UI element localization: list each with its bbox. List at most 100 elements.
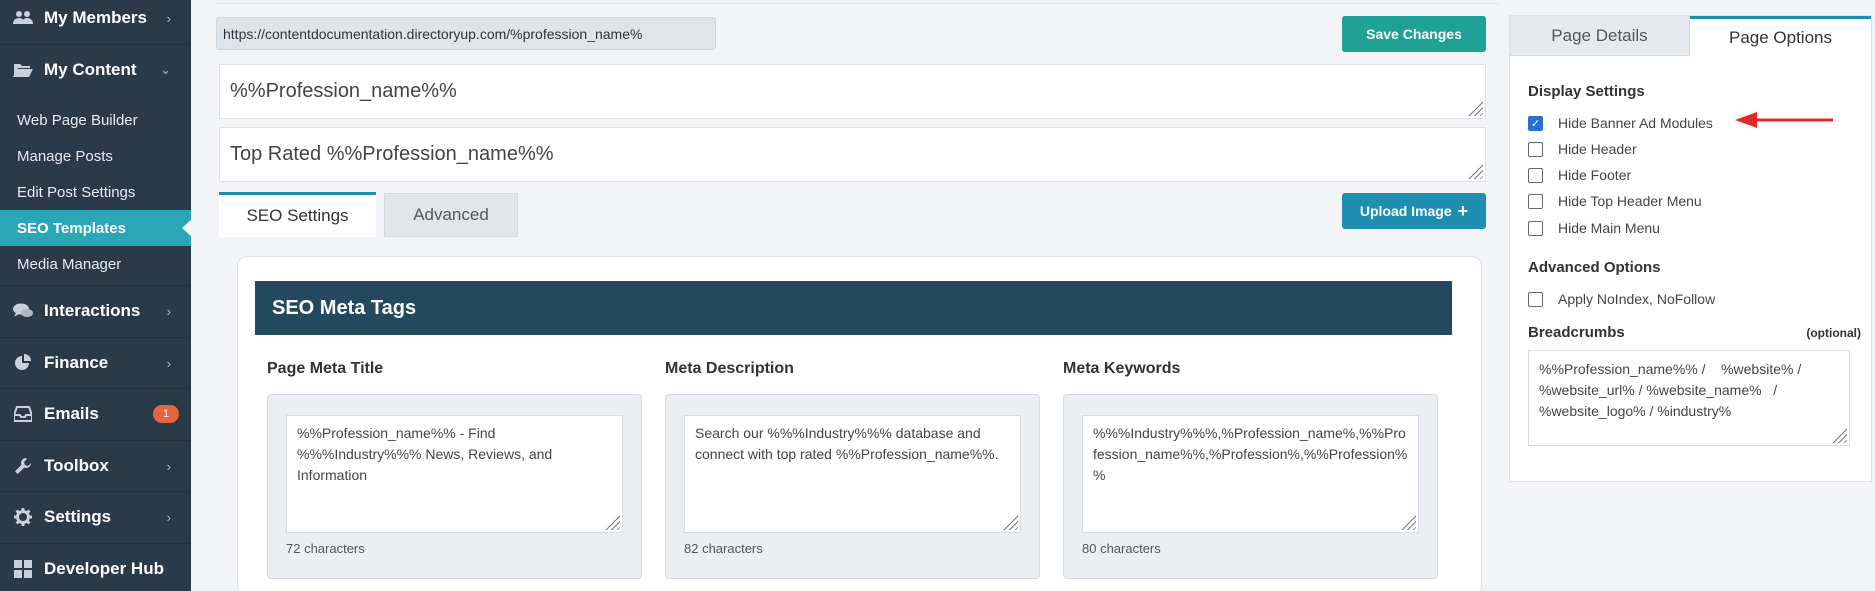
meta-title-char-count: 72 characters: [286, 541, 365, 556]
chevron-right-icon: ›: [166, 458, 171, 474]
nav-label: Developer Hub: [44, 559, 164, 578]
tab-seo-settings[interactable]: SEO Settings: [219, 192, 376, 237]
page-title-input[interactable]: %%Profession_name%%: [219, 64, 1486, 119]
checkbox-box[interactable]: [1528, 193, 1543, 209]
checkbox-label: Hide Header: [1558, 141, 1637, 157]
checkbox-box[interactable]: [1528, 291, 1543, 307]
wrench-icon: [13, 456, 33, 476]
tab-page-options[interactable]: Page Options: [1690, 16, 1871, 56]
breadcrumbs-textarea[interactable]: %%Profession_name%% / %website% / %websi…: [1528, 350, 1850, 446]
nav-settings[interactable]: Settings ›: [0, 492, 191, 542]
nav-label: My Members: [44, 8, 147, 27]
page-options-panel: Page Details Page Options Display Settin…: [1509, 15, 1872, 482]
nav-emails[interactable]: Emails 1: [0, 389, 191, 439]
upload-image-label: Upload Image: [1359, 203, 1452, 219]
checkbox-label: Hide Main Menu: [1558, 220, 1660, 236]
meta-description-char-count: 82 characters: [684, 541, 763, 556]
meta-description-box: Search our %%%Industry%%% database and c…: [665, 394, 1040, 579]
resize-handle-icon[interactable]: [1000, 512, 1018, 530]
checkbox-label: Hide Footer: [1558, 167, 1632, 183]
nav-label: Interactions: [44, 301, 141, 320]
page-heading-value: Top Rated %%Profession_name%%: [230, 143, 554, 165]
nav-label: Finance: [44, 353, 109, 372]
chevron-right-icon: ›: [166, 509, 171, 525]
breadcrumbs-title: Breadcrumbs: [1528, 324, 1625, 341]
inbox-icon: [13, 404, 33, 424]
checkbox-box[interactable]: [1528, 167, 1543, 183]
pie-chart-icon: [13, 353, 33, 373]
resize-handle-icon[interactable]: [1465, 98, 1483, 116]
resize-handle-icon[interactable]: [602, 512, 620, 530]
breadcrumbs-value: %%Profession_name%% / %website% / %websi…: [1539, 361, 1806, 419]
checkbox-label: Hide Banner Ad Modules: [1558, 115, 1713, 131]
grid-icon: [13, 559, 33, 579]
save-changes-button[interactable]: Save Changes: [1342, 16, 1486, 52]
resize-handle-icon[interactable]: [1465, 161, 1483, 179]
checkbox-label: Hide Top Header Menu: [1558, 193, 1702, 209]
meta-description-value: Search our %%%Industry%%% database and c…: [695, 425, 999, 462]
sidebar-item-seo-templates[interactable]: SEO Templates: [0, 210, 192, 246]
nav-developer-hub[interactable]: Developer Hub: [0, 544, 191, 591]
chevron-down-icon: ⌄: [160, 62, 171, 77]
members-icon: [13, 8, 33, 28]
meta-keywords-box: %%%Industry%%%,%Profession_name%,%%Profe…: [1063, 394, 1438, 579]
main-content: https://contentdocumentation.directoryup…: [191, 0, 1498, 591]
sidebar-item-manage-posts[interactable]: Manage Posts: [0, 138, 191, 174]
notification-badge: 1: [153, 405, 179, 423]
sidebar-item-edit-post-settings[interactable]: Edit Post Settings: [0, 174, 191, 210]
nav-interactions[interactable]: Interactions ›: [0, 286, 191, 336]
nav-my-content[interactable]: My Content ⌄: [0, 45, 191, 95]
checkbox-hide-top-header-menu[interactable]: Hide Top Header Menu: [1528, 191, 1702, 211]
page-url-field[interactable]: https://contentdocumentation.directoryup…: [216, 17, 716, 50]
top-divider: [216, 0, 1498, 4]
sidebar: My Members › My Content ⌄ Web Page Build…: [0, 0, 192, 591]
checkbox-hide-main-menu[interactable]: Hide Main Menu: [1528, 218, 1660, 238]
nav-label: Emails: [44, 404, 99, 423]
chevron-right-icon: ›: [166, 303, 171, 319]
folder-open-icon: [13, 60, 33, 80]
checkbox-apply-noindex-nofollow[interactable]: Apply NoIndex, NoFollow: [1528, 289, 1715, 309]
upload-image-button[interactable]: Upload Image +: [1342, 193, 1486, 229]
annotation-arrow-icon: [1735, 112, 1833, 128]
resize-handle-icon[interactable]: [1829, 425, 1847, 443]
meta-title-label: Page Meta Title: [267, 360, 384, 377]
tab-page-details[interactable]: Page Details: [1510, 16, 1690, 56]
chevron-right-icon: ›: [166, 10, 171, 26]
checkmark-icon[interactable]: ✓: [1528, 115, 1543, 131]
checkbox-label: Apply NoIndex, NoFollow: [1558, 291, 1716, 307]
seo-meta-tags-header: SEO Meta Tags: [255, 281, 1452, 335]
page-heading-input[interactable]: Top Rated %%Profession_name%%: [219, 127, 1486, 182]
nav-label: Settings: [44, 507, 112, 526]
resize-handle-icon[interactable]: [1398, 512, 1416, 530]
page-title-value: %%Profession_name%%: [230, 80, 457, 102]
meta-keywords-value: %%%Industry%%%,%Profession_name%,%%Profe…: [1093, 425, 1408, 483]
meta-keywords-textarea[interactable]: %%%Industry%%%,%Profession_name%,%%Profe…: [1082, 415, 1419, 533]
meta-description-label: Meta Description: [665, 360, 794, 377]
display-settings-title: Display Settings: [1528, 83, 1645, 100]
nav-finance[interactable]: Finance ›: [0, 338, 191, 388]
nav-my-members[interactable]: My Members ›: [0, 0, 191, 43]
meta-title-value: %%Profession_name%% - Find %%%Industry%%…: [297, 425, 553, 483]
meta-keywords-char-count: 80 characters: [1082, 541, 1161, 556]
checkbox-hide-header[interactable]: Hide Header: [1528, 139, 1637, 159]
sidebar-item-media-manager[interactable]: Media Manager: [0, 246, 191, 282]
plus-icon: +: [1457, 200, 1469, 221]
sidebar-item-web-page-builder[interactable]: Web Page Builder: [0, 102, 191, 138]
meta-description-textarea[interactable]: Search our %%%Industry%%% database and c…: [684, 415, 1021, 533]
chat-icon: [13, 301, 33, 321]
optional-label: (optional): [1806, 326, 1861, 340]
checkbox-hide-footer[interactable]: Hide Footer: [1528, 165, 1631, 185]
meta-title-box: %%Profession_name%% - Find %%%Industry%%…: [267, 394, 642, 579]
nav-label: Toolbox: [44, 456, 109, 475]
advanced-options-title: Advanced Options: [1528, 259, 1661, 276]
meta-keywords-label: Meta Keywords: [1063, 360, 1181, 377]
checkbox-box[interactable]: [1528, 141, 1543, 157]
meta-title-textarea[interactable]: %%Profession_name%% - Find %%%Industry%%…: [286, 415, 623, 533]
tab-advanced[interactable]: Advanced: [384, 193, 518, 237]
gear-icon: [13, 507, 33, 527]
checkbox-box[interactable]: [1528, 220, 1543, 236]
nav-toolbox[interactable]: Toolbox ›: [0, 441, 191, 491]
checkbox-hide-banner-ad-modules[interactable]: ✓ Hide Banner Ad Modules: [1528, 113, 1713, 133]
chevron-right-icon: ›: [166, 355, 171, 371]
nav-label: My Content: [44, 60, 137, 79]
